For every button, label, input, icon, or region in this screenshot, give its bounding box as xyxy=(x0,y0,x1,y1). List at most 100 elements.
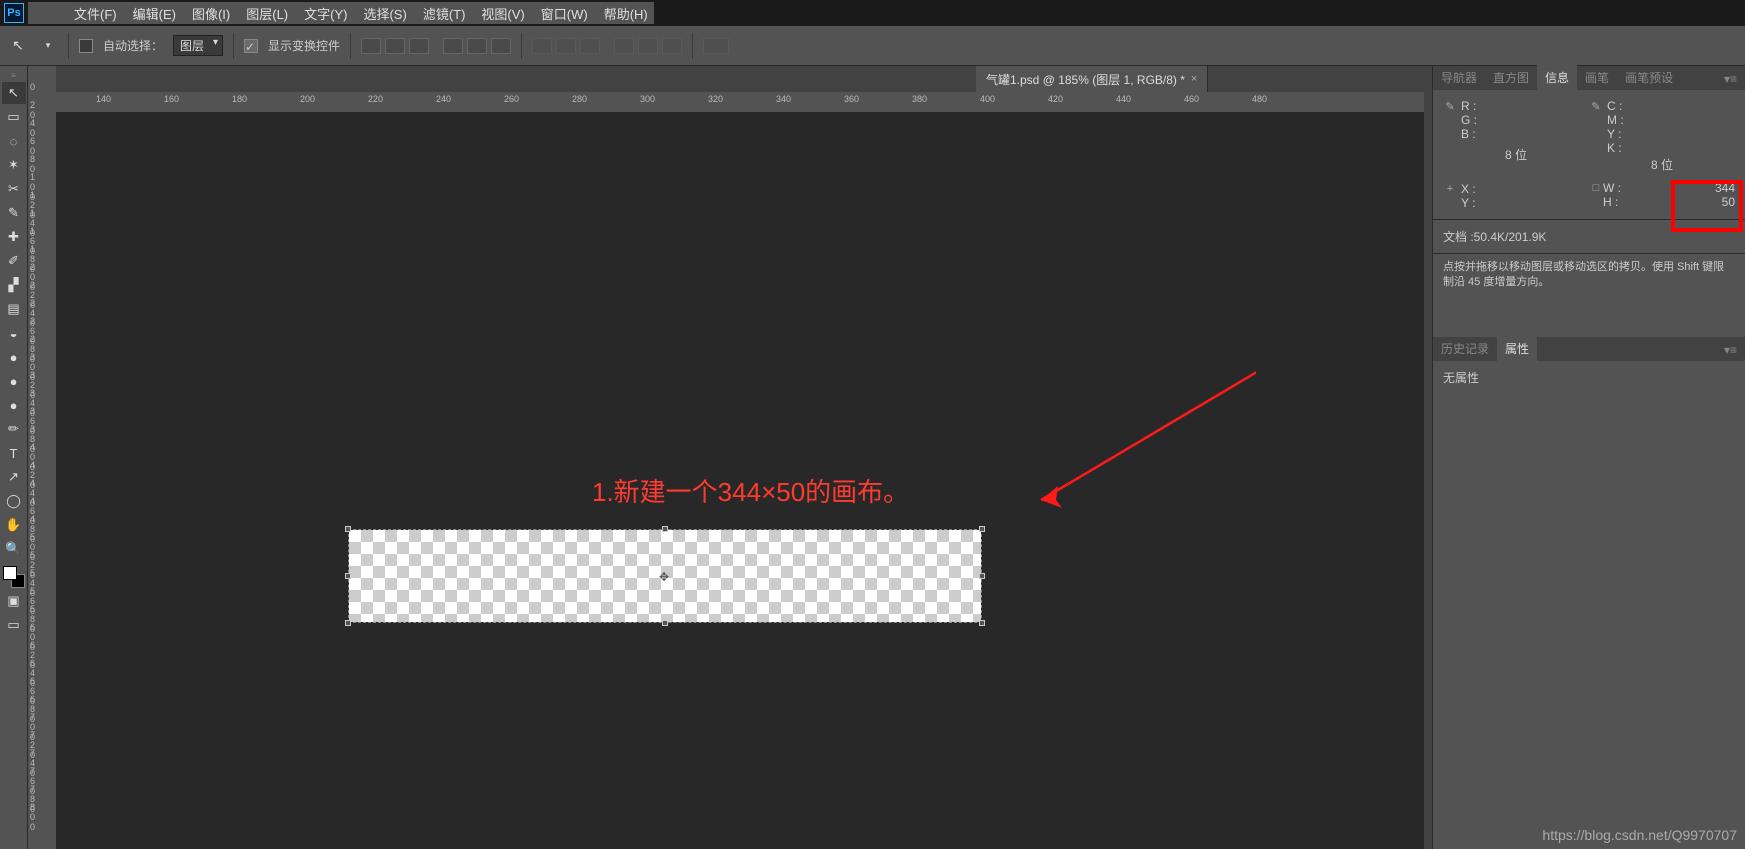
menu-image[interactable]: 图像(I) xyxy=(186,2,236,25)
transform-handle[interactable] xyxy=(345,620,351,626)
brush-tool[interactable]: ✐ xyxy=(2,250,26,272)
transform-handle[interactable] xyxy=(662,620,668,626)
divider xyxy=(233,33,234,59)
close-tab-icon[interactable]: × xyxy=(1191,73,1197,85)
lasso-tool[interactable]: ◌ xyxy=(2,130,26,152)
menu-text[interactable]: 文字(Y) xyxy=(298,2,353,25)
app-logo: Ps xyxy=(4,3,24,23)
info-r: R : xyxy=(1461,99,1477,113)
menu-select[interactable]: 选择(S) xyxy=(357,2,412,25)
info-c: C : xyxy=(1607,99,1624,113)
ruler-tick: 240 xyxy=(436,94,451,104)
canvas[interactable]: ✥ xyxy=(349,530,981,622)
dodge-tool[interactable]: ● xyxy=(2,394,26,416)
tab-brush[interactable]: 画笔 xyxy=(1577,65,1617,90)
transform-handle[interactable] xyxy=(662,526,668,532)
shape-tool[interactable]: ◯ xyxy=(2,490,26,512)
panel-menu-icon[interactable]: ▾≡ xyxy=(1716,68,1745,90)
info-k: K : xyxy=(1607,141,1624,155)
wand-tool[interactable]: ✶ xyxy=(2,154,26,176)
transform-handle[interactable] xyxy=(345,573,351,579)
document-tab[interactable]: 气罐1.psd @ 185% (图层 1, RGB/8) * × xyxy=(976,66,1208,92)
menu-filter[interactable]: 滤镜(T) xyxy=(417,2,472,25)
canvas-area[interactable]: ✥ 1.新建一个344×50的画布。 xyxy=(56,112,1424,849)
ruler-tick: 360 xyxy=(844,94,859,104)
menu-view[interactable]: 视图(V) xyxy=(475,2,530,25)
color-swatch[interactable] xyxy=(3,566,25,588)
ruler-tick: 260 xyxy=(504,94,519,104)
align-right-icon[interactable] xyxy=(491,38,511,54)
right-panel: 导航器 直方图 信息 画笔 画笔预设 ▾≡ ✎ R : G : B : 8 xyxy=(1432,66,1745,849)
crop-tool[interactable]: ✂ xyxy=(2,178,26,200)
pen-tool[interactable]: ✏ xyxy=(2,418,26,440)
align-top-icon[interactable] xyxy=(361,38,381,54)
menu-window[interactable]: 窗口(W) xyxy=(535,2,594,25)
info-bits-left: 8 位 xyxy=(1443,146,1589,163)
eraser-tool[interactable]: ◒ xyxy=(2,322,26,344)
ruler-tick: 40 xyxy=(30,118,35,138)
transform-handle[interactable] xyxy=(979,526,985,532)
type-tool[interactable]: T xyxy=(2,442,26,464)
tab-navigator[interactable]: 导航器 xyxy=(1433,65,1485,90)
tab-brush-presets[interactable]: 画笔预设 xyxy=(1617,65,1681,90)
tab-info[interactable]: 信息 xyxy=(1537,65,1577,90)
transform-handle[interactable] xyxy=(345,526,351,532)
dist-vcenter-icon xyxy=(556,38,576,54)
ruler-tick: 800 xyxy=(30,802,35,832)
divider xyxy=(692,33,693,59)
dist-hcenter-icon xyxy=(638,38,658,54)
auto-select-checkbox[interactable] xyxy=(79,39,93,53)
panel-tabs-bottom: 历史记录 属性 ▾≡ xyxy=(1433,337,1745,361)
tab-histogram[interactable]: 直方图 xyxy=(1485,65,1537,90)
align-bottom-icon[interactable] xyxy=(409,38,429,54)
info-w-label: W : xyxy=(1603,181,1621,195)
ruler-tick: 180 xyxy=(232,94,247,104)
info-x: X : xyxy=(1461,182,1476,196)
show-transform-checkbox[interactable]: ✓ xyxy=(244,39,258,53)
tab-history[interactable]: 历史记录 xyxy=(1433,336,1497,361)
hand-tool[interactable]: ✋ xyxy=(2,514,26,536)
menu-layer[interactable]: 图层(L) xyxy=(240,2,294,25)
move-tool-icon[interactable]: ↖ xyxy=(8,36,28,56)
panel-tabs-top: 导航器 直方图 信息 画笔 画笔预设 ▾≡ xyxy=(1433,66,1745,90)
screenmode-icon[interactable]: ▭ xyxy=(2,614,26,636)
tab-grip-icon[interactable]: ≡ xyxy=(2,70,26,80)
divider xyxy=(521,33,522,59)
path-tool[interactable]: ↗ xyxy=(2,466,26,488)
ruler-tick: 460 xyxy=(1184,94,1199,104)
heal-tool[interactable]: ✚ xyxy=(2,226,26,248)
divider xyxy=(68,33,69,59)
zoom-tool[interactable]: 🔍 xyxy=(2,538,26,560)
tool-preset-dropdown-icon[interactable]: ▾ xyxy=(38,36,58,56)
gradient-tool[interactable]: ● xyxy=(2,346,26,368)
quickmask-icon[interactable]: ▣ xyxy=(2,590,26,612)
panel-menu-icon[interactable]: ▾≡ xyxy=(1716,339,1745,361)
auto-align-icon[interactable] xyxy=(703,38,729,54)
transform-handle[interactable] xyxy=(979,620,985,626)
annotation-highlight-box xyxy=(1671,180,1743,232)
annotation-text: 1.新建一个344×50的画布。 xyxy=(592,472,909,509)
info-hint: 点按并拖移以移动图层或移动选区的拷贝。使用 Shift 键限制沿 45 度增量方… xyxy=(1433,254,1745,297)
align-left-icon[interactable] xyxy=(443,38,463,54)
align-hcenter-icon[interactable] xyxy=(467,38,487,54)
stamp-tool[interactable]: ▞ xyxy=(2,274,26,296)
menu-file[interactable]: 文件(F) xyxy=(68,2,123,25)
blur-tool[interactable]: ● xyxy=(2,370,26,392)
ruler-tick: 280 xyxy=(572,94,587,104)
align-vcenter-icon[interactable] xyxy=(385,38,405,54)
tab-properties[interactable]: 属性 xyxy=(1497,336,1537,361)
transform-handle[interactable] xyxy=(979,573,985,579)
document-tab-title: 气罐1.psd @ 185% (图层 1, RGB/8) * xyxy=(986,71,1185,88)
auto-select-dropdown[interactable]: 图层 xyxy=(173,35,223,56)
marquee-tool[interactable]: ▭ xyxy=(2,106,26,128)
menu-help[interactable]: 帮助(H) xyxy=(598,2,654,25)
history-brush-tool[interactable]: ▤ xyxy=(2,298,26,320)
ruler-tick: 20 xyxy=(30,100,35,120)
panel-dock-strip[interactable] xyxy=(1424,66,1432,849)
ruler-tick: 80 xyxy=(30,154,35,174)
menu-edit[interactable]: 编辑(E) xyxy=(127,2,182,25)
ruler-tick: 480 xyxy=(1252,94,1267,104)
ruler-tick: 0 xyxy=(30,82,35,92)
eyedropper-tool[interactable]: ✎ xyxy=(2,202,26,224)
move-tool[interactable]: ↖ xyxy=(2,82,26,104)
